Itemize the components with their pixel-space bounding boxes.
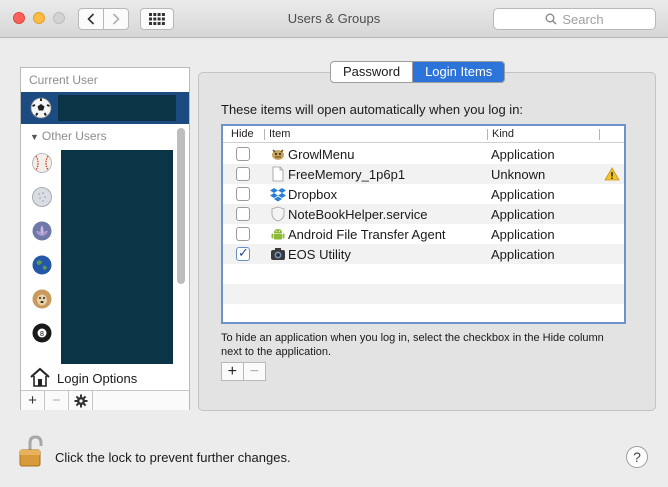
action-menu-button[interactable] [69,391,93,410]
dropbox-icon [270,188,286,202]
remove-user-button[interactable]: − [45,391,69,410]
hide-checkbox[interactable] [236,147,250,161]
item-name: FreeMemory_1p6p1 [288,167,406,182]
users-sidebar: Current User ▼ Other Users 8 Login Optio… [20,67,190,410]
column-hide[interactable]: Hide [231,128,254,140]
table-row[interactable]: EOS Utility Application [223,244,624,264]
empty-row [223,284,624,304]
item-name: EOS Utility [288,247,351,262]
hide-checkbox[interactable] [236,227,250,241]
column-divider [599,129,600,140]
title-bar: Users & Groups Search [0,0,668,38]
lotus-avatar-icon[interactable] [31,220,53,242]
search-placeholder: Search [562,11,604,27]
item-kind: Application [491,207,555,222]
growl-icon [272,149,284,160]
item-kind: Application [491,147,555,162]
sidebar-scrollbar[interactable] [177,128,185,284]
sidebar-footer: + − [21,390,189,410]
current-user-name-redacted [58,95,176,121]
baseball-avatar-icon[interactable] [31,152,53,174]
dog-avatar-icon[interactable] [31,288,53,310]
login-options-row[interactable]: Login Options [21,365,189,391]
current-user-row[interactable] [21,92,189,124]
item-name: GrowlMenu [288,147,355,162]
gear-icon [74,394,87,407]
disclosure-triangle-icon: ▼ [30,132,39,142]
svg-text:8: 8 [40,331,44,338]
item-name: Dropbox [288,187,338,202]
column-divider [264,129,265,140]
login-items-table: Hide Item Kind GrowlMenu Application Fre… [221,124,626,324]
other-users-header[interactable]: ▼ Other Users [30,129,107,143]
hide-checkbox[interactable] [236,246,250,261]
item-kind: Application [491,227,555,242]
table-row[interactable]: GrowlMenu Application [223,144,624,164]
search-icon [545,13,557,25]
help-button[interactable]: ? [626,446,648,468]
column-item[interactable]: Item [269,128,290,140]
tab-password[interactable]: Password [331,62,414,82]
camera-icon [271,248,285,260]
earth-avatar-icon[interactable] [31,254,53,276]
hide-checkbox[interactable] [236,207,250,221]
add-user-button[interactable]: + [21,391,45,410]
warning-icon [604,167,620,181]
other-users-names-redacted [61,150,173,364]
add-login-item-button[interactable]: + [222,363,244,380]
golf-ball-avatar-icon[interactable] [31,186,53,208]
table-row[interactable]: NoteBookHelper.service Application [223,204,624,224]
document-icon [272,166,284,182]
hide-checkbox[interactable] [236,167,250,181]
empty-row [223,264,624,284]
tab-control: Password Login Items [330,61,506,83]
item-name: Android File Transfer Agent [288,227,446,242]
login-items-add-remove: + − [221,362,266,381]
login-options-label: Login Options [57,370,138,386]
item-kind: Application [491,247,555,262]
lock-icon[interactable] [18,435,44,469]
search-field[interactable]: Search [493,8,656,30]
shield-icon [271,206,285,222]
item-name: NoteBookHelper.service [288,207,428,222]
column-divider [487,129,488,140]
table-row[interactable]: Android File Transfer Agent Application [223,224,624,244]
remove-login-item-button[interactable]: − [244,363,265,380]
login-items-hint: To hide an application when you log in, … [221,332,604,358]
item-kind: Unknown [491,167,546,182]
tab-login-items[interactable]: Login Items [413,62,505,82]
hide-checkbox[interactable] [236,187,250,201]
table-header: Hide Item Kind [223,126,624,143]
house-icon [30,367,50,387]
android-icon [271,229,285,240]
table-row[interactable]: Dropbox Application [223,184,624,204]
current-user-header: Current User [29,73,98,87]
soccer-ball-avatar-icon [30,97,52,119]
item-kind: Application [491,187,555,202]
eight-ball-avatar-icon[interactable]: 8 [31,322,53,344]
column-kind[interactable]: Kind [492,128,514,140]
login-items-intro: These items will open automatically when… [221,102,524,117]
table-row[interactable]: FreeMemory_1p6p1 Unknown [223,164,624,184]
lock-message: Click the lock to prevent further change… [55,450,291,465]
